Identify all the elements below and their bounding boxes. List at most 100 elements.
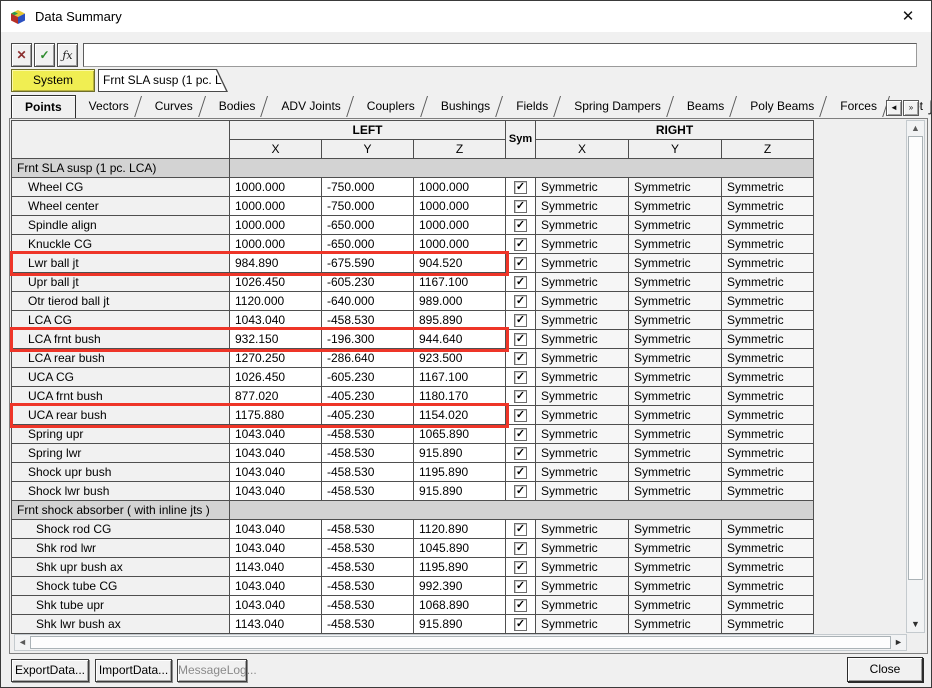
cell-left-x[interactable]: 932.150 xyxy=(230,330,322,349)
cell-left-z[interactable]: 1000.000 xyxy=(414,197,506,216)
cell-left-y[interactable]: -650.000 xyxy=(322,235,414,254)
system-button[interactable]: System xyxy=(11,69,95,92)
cell-right-z[interactable]: Symmetric xyxy=(722,178,814,197)
cell-left-y[interactable]: -458.530 xyxy=(322,539,414,558)
cell-right-x[interactable]: Symmetric xyxy=(536,330,629,349)
cell-right-y[interactable]: Symmetric xyxy=(629,444,722,463)
cell-right-z[interactable]: Symmetric xyxy=(722,425,814,444)
cell-right-x[interactable]: Symmetric xyxy=(536,615,629,634)
cell-left-y[interactable]: -750.000 xyxy=(322,178,414,197)
cell-right-y[interactable]: Symmetric xyxy=(629,425,722,444)
cell-right-z[interactable]: Symmetric xyxy=(722,406,814,425)
cell-right-y[interactable]: Symmetric xyxy=(629,596,722,615)
cell-left-x[interactable]: 1000.000 xyxy=(230,178,322,197)
sym-checkbox[interactable]: ✓ xyxy=(514,238,527,251)
cell-right-z[interactable]: Symmetric xyxy=(722,539,814,558)
cell-right-x[interactable]: Symmetric xyxy=(536,311,629,330)
cell-left-x[interactable]: 1043.040 xyxy=(230,482,322,501)
cell-left-y[interactable]: -675.590 xyxy=(322,254,414,273)
tab-bushings[interactable]: Bushings xyxy=(428,95,503,118)
cell-right-x[interactable]: Symmetric xyxy=(536,254,629,273)
cell-left-z[interactable]: 1000.000 xyxy=(414,178,506,197)
scroll-up-icon[interactable]: ▲ xyxy=(907,121,924,136)
cell-right-x[interactable]: Symmetric xyxy=(536,444,629,463)
cell-left-y[interactable]: -405.230 xyxy=(322,387,414,406)
cell-left-z[interactable]: 915.890 xyxy=(414,615,506,634)
cell-right-y[interactable]: Symmetric xyxy=(629,235,722,254)
cell-right-y[interactable]: Symmetric xyxy=(629,216,722,235)
tab-scroll-left-button[interactable]: ◄ xyxy=(886,100,902,116)
cell-right-y[interactable]: Symmetric xyxy=(629,387,722,406)
sym-checkbox[interactable]: ✓ xyxy=(514,352,527,365)
cell-right-z[interactable]: Symmetric xyxy=(722,520,814,539)
cell-left-y[interactable]: -196.300 xyxy=(322,330,414,349)
vertical-scrollbar-thumb[interactable] xyxy=(908,136,923,580)
cell-right-z[interactable]: Symmetric xyxy=(722,197,814,216)
cell-right-x[interactable]: Symmetric xyxy=(536,482,629,501)
edit-field[interactable] xyxy=(83,43,917,67)
cell-left-x[interactable]: 1120.000 xyxy=(230,292,322,311)
cell-right-y[interactable]: Symmetric xyxy=(629,615,722,634)
cell-right-x[interactable]: Symmetric xyxy=(536,197,629,216)
cell-right-y[interactable]: Symmetric xyxy=(629,273,722,292)
export-data-button[interactable]: ExportData... xyxy=(11,659,89,682)
cell-right-y[interactable]: Symmetric xyxy=(629,558,722,577)
cell-left-z[interactable]: 944.640 xyxy=(414,330,506,349)
cell-right-z[interactable]: Symmetric xyxy=(722,292,814,311)
accept-edit-button[interactable]: ✓ xyxy=(34,43,55,67)
horizontal-scrollbar[interactable]: ◄ ► xyxy=(14,634,907,651)
horizontal-scrollbar-thumb[interactable] xyxy=(30,636,891,649)
cell-left-x[interactable]: 1043.040 xyxy=(230,311,322,330)
tab-adv-joints[interactable]: ADV Joints xyxy=(268,95,353,118)
cell-left-x[interactable]: 877.020 xyxy=(230,387,322,406)
cell-left-x[interactable]: 1175.880 xyxy=(230,406,322,425)
sym-checkbox[interactable]: ✓ xyxy=(514,219,527,232)
cell-left-z[interactable]: 1068.890 xyxy=(414,596,506,615)
sym-checkbox[interactable]: ✓ xyxy=(514,599,527,612)
close-icon[interactable]: ✕ xyxy=(891,4,925,30)
cell-left-z[interactable]: 992.390 xyxy=(414,577,506,596)
sym-checkbox[interactable]: ✓ xyxy=(514,561,527,574)
system-name-tab[interactable]: Frnt SLA susp (1 pc. LCA) xyxy=(98,69,228,92)
sym-checkbox[interactable]: ✓ xyxy=(514,276,527,289)
cell-right-z[interactable]: Symmetric xyxy=(722,577,814,596)
cell-right-z[interactable]: Symmetric xyxy=(722,273,814,292)
cell-left-z[interactable]: 1120.890 xyxy=(414,520,506,539)
cell-right-x[interactable]: Symmetric xyxy=(536,235,629,254)
cell-left-y[interactable]: -458.530 xyxy=(322,463,414,482)
sym-checkbox[interactable]: ✓ xyxy=(514,523,527,536)
cell-left-z[interactable]: 895.890 xyxy=(414,311,506,330)
cell-left-z[interactable]: 915.890 xyxy=(414,444,506,463)
cell-left-y[interactable]: -458.530 xyxy=(322,558,414,577)
cell-right-z[interactable]: Symmetric xyxy=(722,254,814,273)
cell-right-z[interactable]: Symmetric xyxy=(722,463,814,482)
sym-checkbox[interactable]: ✓ xyxy=(514,333,527,346)
cell-left-z[interactable]: 923.500 xyxy=(414,349,506,368)
cell-left-x[interactable]: 1043.040 xyxy=(230,520,322,539)
cell-right-x[interactable]: Symmetric xyxy=(536,596,629,615)
cell-left-y[interactable]: -458.530 xyxy=(322,615,414,634)
cell-left-x[interactable]: 1000.000 xyxy=(230,197,322,216)
cell-right-y[interactable]: Symmetric xyxy=(629,292,722,311)
cell-right-z[interactable]: Symmetric xyxy=(722,311,814,330)
cell-right-z[interactable]: Symmetric xyxy=(722,596,814,615)
cell-right-x[interactable]: Symmetric xyxy=(536,387,629,406)
cell-right-y[interactable]: Symmetric xyxy=(629,463,722,482)
cell-left-y[interactable]: -458.530 xyxy=(322,577,414,596)
sym-checkbox[interactable]: ✓ xyxy=(514,409,527,422)
cell-left-y[interactable]: -458.530 xyxy=(322,425,414,444)
import-data-button[interactable]: ImportData... xyxy=(95,659,172,682)
cell-right-y[interactable]: Symmetric xyxy=(629,482,722,501)
cell-left-z[interactable]: 1000.000 xyxy=(414,216,506,235)
cell-right-y[interactable]: Symmetric xyxy=(629,197,722,216)
cell-left-x[interactable]: 1043.040 xyxy=(230,577,322,596)
cell-left-y[interactable]: -640.000 xyxy=(322,292,414,311)
sym-checkbox[interactable]: ✓ xyxy=(514,466,527,479)
cell-left-x[interactable]: 1026.450 xyxy=(230,273,322,292)
message-log-button[interactable]: MessageLog... xyxy=(177,659,247,682)
cell-right-y[interactable]: Symmetric xyxy=(629,368,722,387)
cell-right-x[interactable]: Symmetric xyxy=(536,349,629,368)
cell-left-y[interactable]: -458.530 xyxy=(322,520,414,539)
tab-bodies[interactable]: Bodies xyxy=(206,95,269,118)
cell-left-z[interactable]: 1195.890 xyxy=(414,558,506,577)
